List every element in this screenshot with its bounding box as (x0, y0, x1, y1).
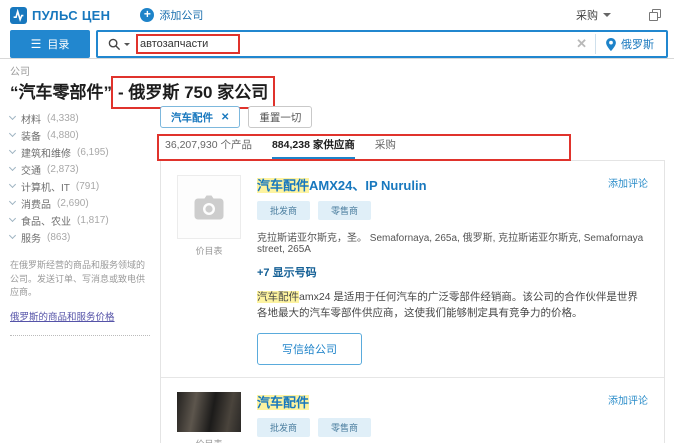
category-sidebar: 材料 (4,338) 装备 (4,880) 建筑和维修 (6,195) 交通 (… (8, 110, 158, 336)
sidebar-item-services[interactable]: 服务 (863) (8, 229, 158, 245)
sidebar-item-materials[interactable]: 材料 (4,338) (8, 110, 158, 126)
add-review-link[interactable]: 添加评论 (608, 392, 648, 407)
catalog-button[interactable]: ☰ 目录 (10, 30, 90, 58)
divider (0, 58, 674, 59)
chevron-down-icon (8, 163, 17, 172)
supplier-description: 汽车配件amx24 是适用于任何汽车的广泛零部件经销商。该公司的合作伙伴是世界各… (257, 291, 638, 320)
chevron-down-icon (8, 180, 17, 189)
supplier-address: 克拉斯诺亚尔斯克，圣。 Semafornaya, 265a, 俄罗斯, 克拉斯诺… (257, 233, 644, 255)
divider (10, 334, 150, 336)
chevron-down-icon (8, 214, 17, 223)
price-list-link[interactable]: 价目表 (195, 437, 222, 443)
filter-chip-auto-parts[interactable]: 汽车配件 ✕ (160, 106, 241, 128)
company-logo-placeholder (177, 175, 241, 239)
procurement-label: 采购 (576, 10, 598, 22)
supplier-title-link[interactable]: 汽车配件AMX24、IP Nurulin (257, 175, 598, 194)
search-row: ☰ 目录 ✕ 俄罗斯 (0, 30, 674, 58)
sidebar-item-computers-it[interactable]: 计算机、IT (791) (8, 178, 158, 194)
write-to-company-button[interactable]: 写信给公司 (257, 332, 362, 365)
tab-suppliers[interactable]: 884,238 家供应商 (271, 137, 355, 160)
pulse-logo-icon (10, 6, 27, 24)
chevron-down-icon (8, 231, 17, 240)
sidebar-item-equipment[interactable]: 装备 (4,880) (8, 127, 158, 143)
search-input[interactable] (136, 34, 240, 54)
retailer-badge: 零售商 (318, 201, 372, 220)
location-pin-icon (606, 37, 616, 51)
remove-filter-icon[interactable]: ✕ (221, 112, 229, 123)
comparison-icon[interactable] (649, 8, 662, 22)
search-icon (108, 38, 121, 50)
supplier-card: 价目表 汽车配件AMX24、IP Nurulin 添加评论 批发商 零售商 克拉… (161, 161, 664, 377)
supplier-list-panel: 价目表 汽车配件AMX24、IP Nurulin 添加评论 批发商 零售商 克拉… (160, 160, 665, 443)
chevron-down-icon (124, 42, 130, 46)
search-bar: ✕ 俄罗斯 (96, 30, 668, 58)
page-title-rest-annotated: - 俄罗斯 750 家公司 (110, 76, 276, 109)
camera-icon (194, 195, 224, 219)
top-bar: ПУЛЬС ЦЕН + 添加公司 采购 (0, 0, 674, 30)
reset-all-button[interactable]: 重置一切 (248, 106, 313, 128)
add-company-label: 添加公司 (159, 10, 204, 22)
chevron-down-icon (603, 13, 611, 17)
chevron-down-icon (8, 129, 17, 138)
breadcrumb[interactable]: 公司 (10, 63, 30, 78)
results-tabs: 36,207,930 个产品 884,238 家供应商 采购 (160, 137, 666, 160)
chevron-down-icon (8, 112, 17, 121)
location-selector[interactable]: 俄罗斯 (596, 36, 660, 52)
page-title: “汽车零部件” - 俄罗斯 750 家公司 (10, 76, 276, 109)
plus-icon: + (140, 8, 155, 22)
retailer-badge: 零售商 (318, 417, 372, 437)
sidebar-note: 在俄罗斯经营的商品和服务领域的公司。发送订单、写消息或致电供应商。 (10, 260, 146, 297)
applied-filters: 汽车配件 ✕ 重置一切 (160, 106, 666, 128)
tab-procurement[interactable]: 采购 (375, 137, 396, 160)
sidebar-item-construction[interactable]: 建筑和维修 (6,195) (8, 144, 158, 160)
location-label: 俄罗斯 (621, 39, 654, 51)
search-type-selector[interactable] (104, 38, 134, 51)
company-photo (177, 391, 241, 432)
chevron-down-icon (8, 146, 17, 155)
supplier-title-link[interactable]: 汽车配件 (257, 392, 598, 411)
logo[interactable]: ПУЛЬС ЦЕН (10, 6, 111, 24)
procurement-menu[interactable]: 采购 (576, 7, 611, 23)
wholesaler-badge: 批发商 (257, 201, 311, 220)
hamburger-icon: ☰ (30, 37, 42, 51)
page-title-query: “汽车零部件” (10, 83, 112, 102)
pulscen-supplier-search-page: ПУЛЬС ЦЕН + 添加公司 采购 ☰ 目录 ✕ (0, 0, 674, 443)
tab-products[interactable]: 36,207,930 个产品 (165, 137, 252, 160)
logo-text: ПУЛЬС ЦЕН (32, 7, 111, 23)
catalog-label: 目录 (47, 39, 70, 51)
supplier-card: 价目表 汽车配件 添加评论 批发商 零售商 十月镇村，町，121，奥斯特罗夫齐，… (161, 376, 664, 443)
prices-link[interactable]: 俄罗斯的商品和服务价格 (10, 309, 115, 323)
price-list-link[interactable]: 价目表 (195, 244, 222, 257)
add-review-link[interactable]: 添加评论 (608, 175, 648, 190)
results-area: 汽车配件 ✕ 重置一切 36,207,930 个产品 884,238 家供应商 … (157, 106, 666, 443)
clear-search-icon[interactable]: ✕ (568, 36, 595, 52)
add-company-button[interactable]: + 添加公司 (140, 7, 203, 23)
sidebar-item-transport[interactable]: 交通 (2,873) (8, 161, 158, 177)
sidebar-item-consumer-goods[interactable]: 消费品 (2,690) (8, 195, 158, 211)
chevron-down-icon (8, 197, 17, 206)
sidebar-item-food-agriculture[interactable]: 食品、农业 (1,817) (8, 212, 158, 228)
show-phone-button[interactable]: +7 显示号码 (257, 264, 648, 280)
wholesaler-badge: 批发商 (257, 417, 311, 437)
